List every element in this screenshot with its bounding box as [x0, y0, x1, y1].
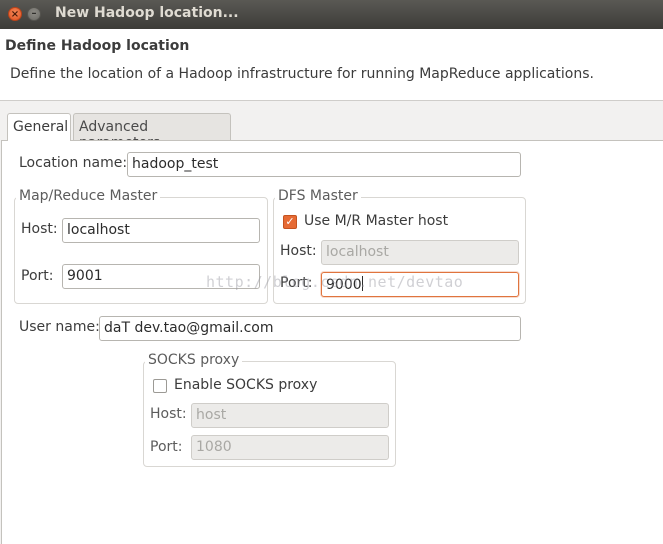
- enable-socks-label: Enable SOCKS proxy: [174, 377, 318, 393]
- tab-advanced-parameters[interactable]: Advanced parameters: [73, 113, 231, 151]
- socks-proxy-title: SOCKS proxy: [145, 352, 243, 368]
- watermark: http://blog.csdn.net/devtao: [206, 273, 464, 291]
- enable-socks-checkbox[interactable]: [153, 379, 167, 393]
- close-window-button[interactable]: ×: [8, 7, 22, 21]
- user-name-label: User name:: [19, 319, 100, 335]
- socks-host-label: Host:: [150, 406, 187, 422]
- socks-port-label: Port:: [150, 439, 183, 455]
- dfs-master-title: DFS Master: [275, 188, 361, 204]
- minimize-window-button[interactable]: –: [27, 7, 41, 21]
- socks-host-input[interactable]: host: [191, 403, 389, 428]
- tab-general[interactable]: General: [7, 113, 71, 141]
- mr-master-title: Map/Reduce Master: [16, 188, 161, 204]
- window-title: New Hadoop location...: [55, 5, 239, 21]
- location-name-input[interactable]: hadoop_test: [127, 152, 521, 177]
- location-name-label: Location name:: [19, 155, 128, 171]
- title-bar: × – New Hadoop location...: [0, 0, 663, 29]
- socks-port-input[interactable]: 1080: [191, 435, 389, 460]
- mr-host-label: Host:: [21, 221, 58, 237]
- use-mr-host-checkbox[interactable]: ✓: [283, 215, 297, 229]
- wizard-header: Define Hadoop location Define the locati…: [0, 29, 663, 101]
- page-title: Define Hadoop location: [5, 38, 190, 54]
- user-name-input[interactable]: daT dev.tao@gmail.com: [99, 316, 521, 341]
- dfs-host-label: Host:: [280, 243, 317, 259]
- page-description: Define the location of a Hadoop infrastr…: [10, 66, 594, 82]
- mr-port-label: Port:: [21, 268, 54, 284]
- use-mr-host-label: Use M/R Master host: [304, 213, 449, 229]
- mr-host-input[interactable]: localhost: [62, 218, 260, 243]
- dfs-host-input[interactable]: localhost: [321, 240, 519, 265]
